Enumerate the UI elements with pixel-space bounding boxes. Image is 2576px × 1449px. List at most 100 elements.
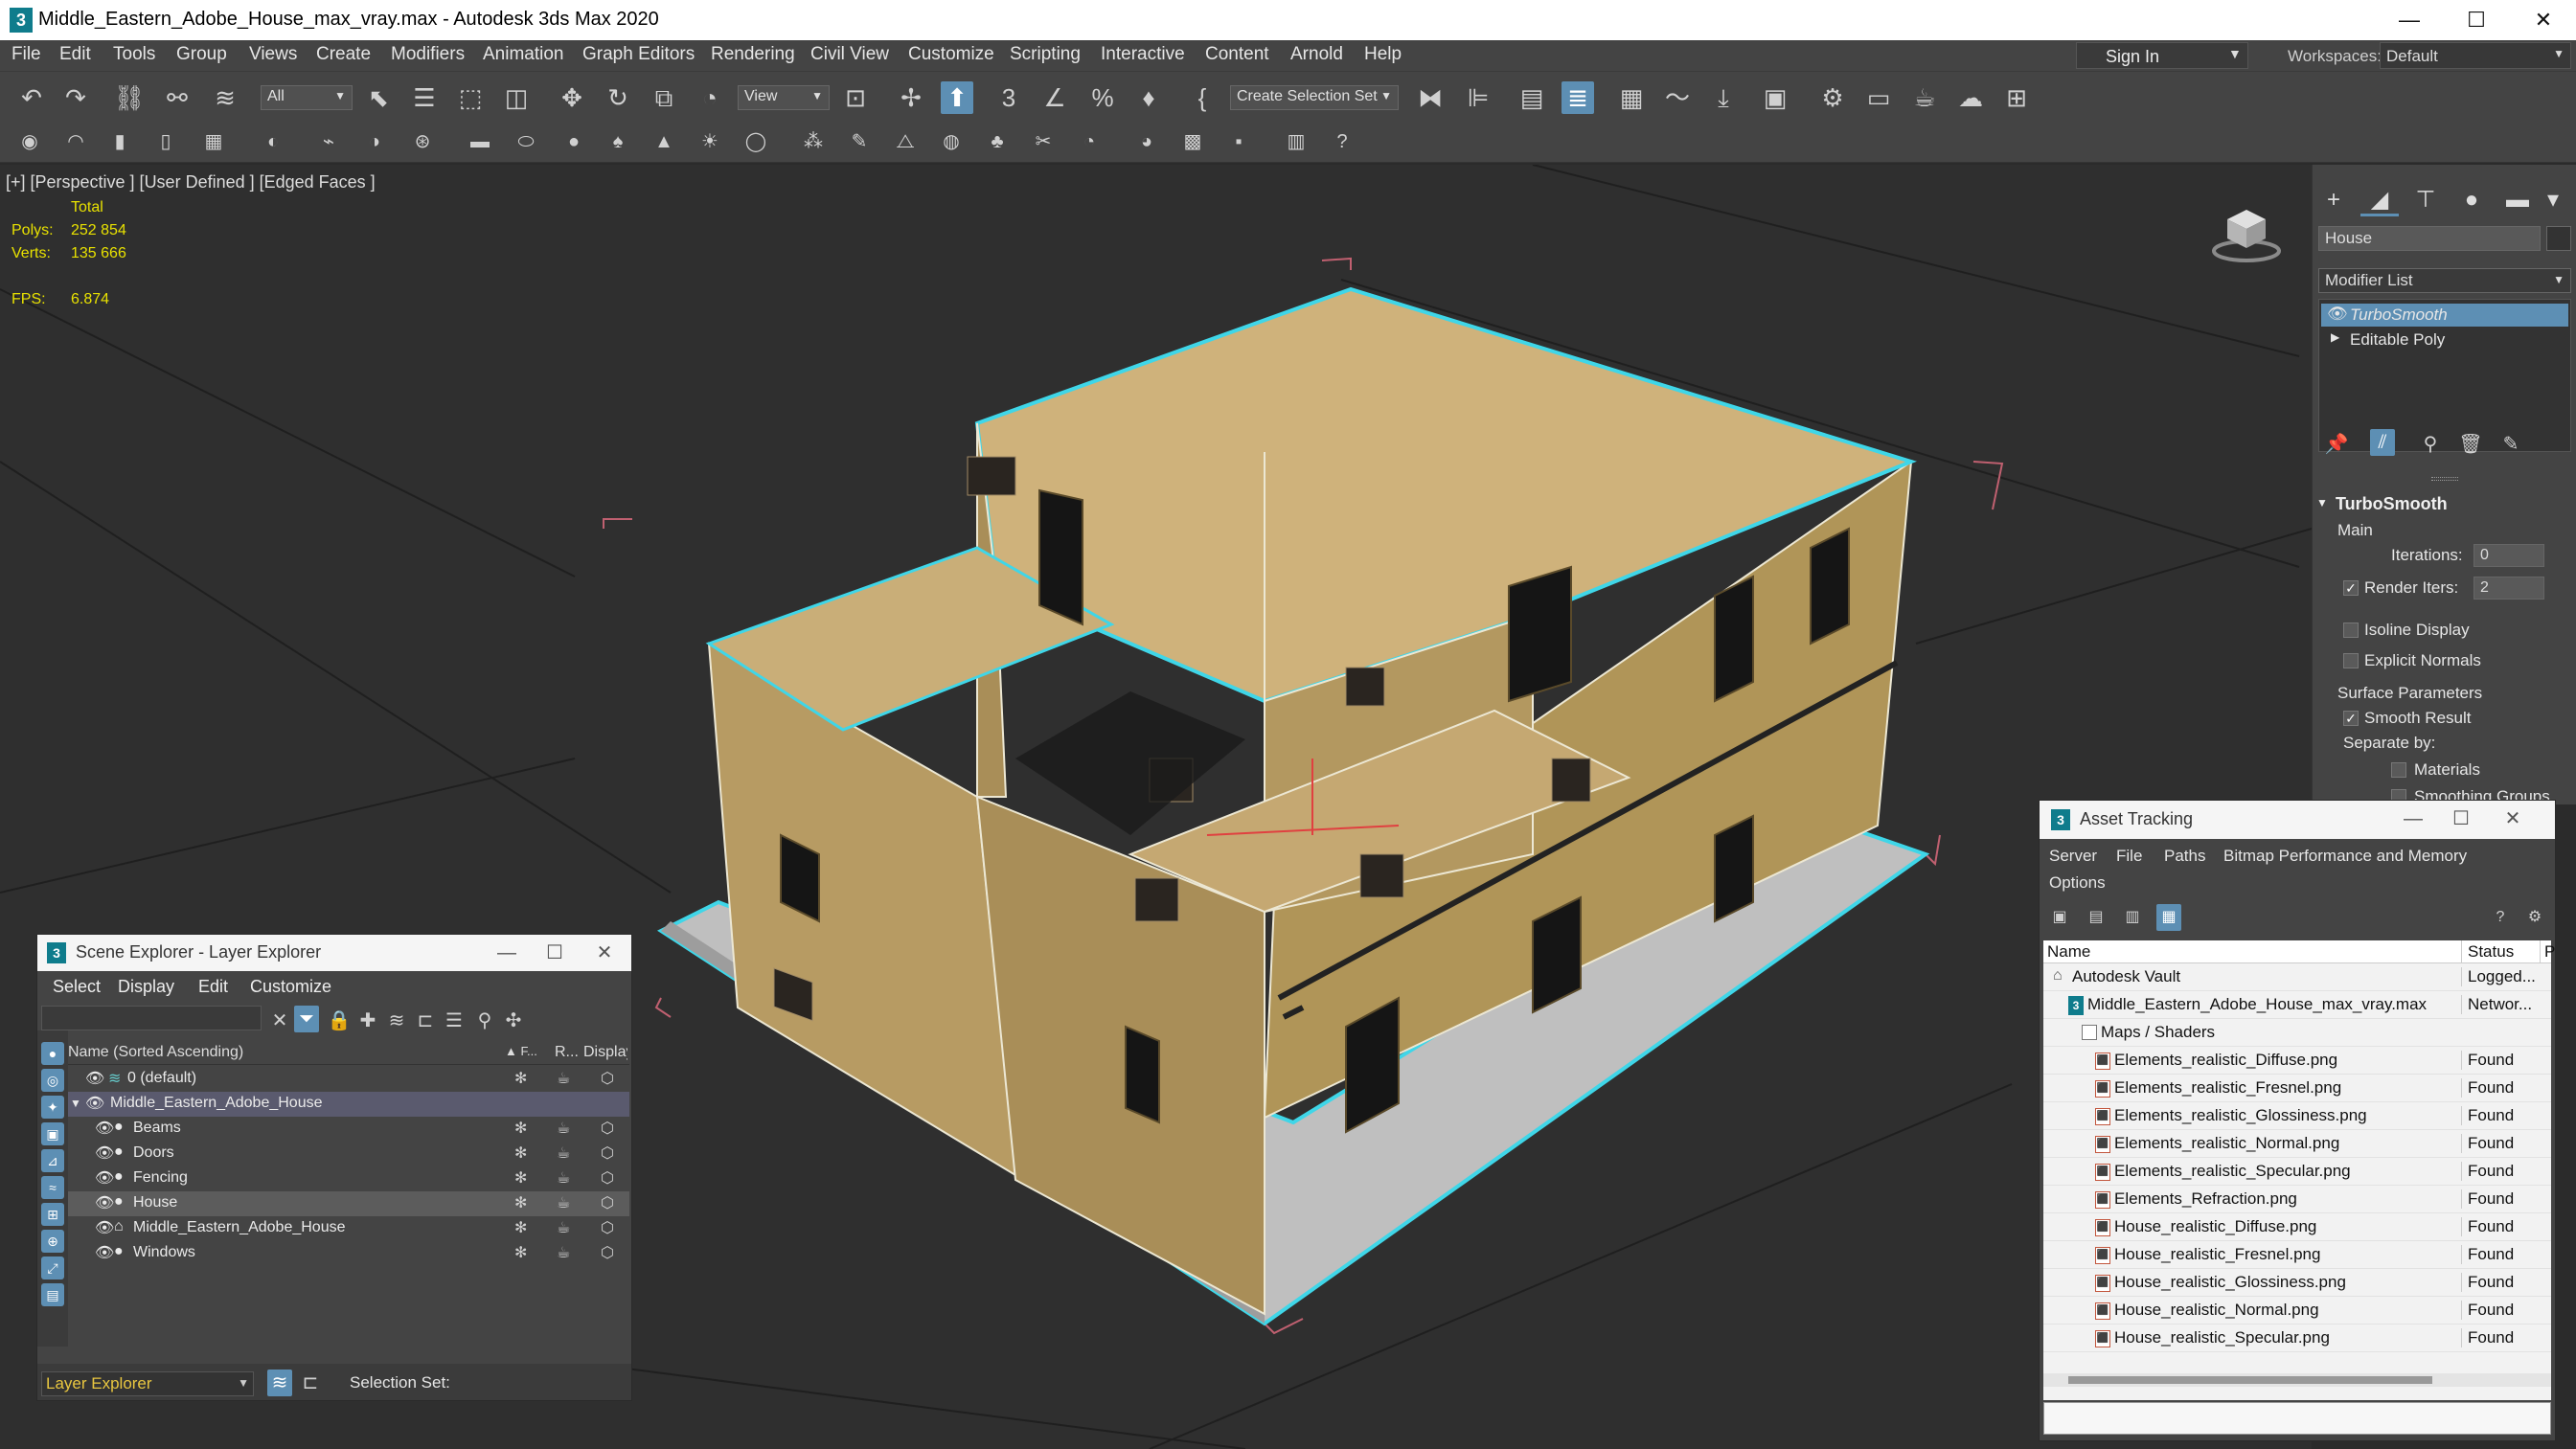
menu-animation[interactable]: Animation <box>483 44 564 65</box>
modify-tab-icon[interactable]: ◢ <box>2360 184 2399 216</box>
asset-tracking-titlebar[interactable]: 3 Asset Tracking — ☐ ✕ <box>2040 801 2555 839</box>
layers-icon[interactable]: ≋ <box>267 1370 292 1396</box>
vray-proxy-icon[interactable]: ▯ <box>153 128 178 155</box>
column-frozen[interactable]: ▲ F... <box>505 1044 537 1058</box>
selection-filter-dropdown[interactable]: All ▼ <box>261 85 353 110</box>
at-menu-bitmap-performance[interactable]: Bitmap Performance and Memory <box>2223 847 2467 866</box>
viewport-label[interactable]: [+] [Perspective ] [User Defined ] [Edge… <box>6 172 376 192</box>
vray-fur-2-icon[interactable]: ⁂ <box>801 128 826 155</box>
pin-stack-icon[interactable]: 📌 <box>2324 431 2349 458</box>
toggle-ribbon-icon[interactable]: ▦ <box>1615 81 1648 114</box>
eye-icon[interactable]: 👁 <box>85 1094 104 1113</box>
edit-named-selection-icon[interactable]: { <box>1186 81 1219 114</box>
display-space-warps-icon[interactable]: ≈ <box>41 1176 64 1199</box>
close-button[interactable]: ✕ <box>585 939 624 967</box>
column-name[interactable]: Name (Sorted Ascending) <box>68 1044 243 1061</box>
stack-item-editable-poly[interactable]: ▶ Editable Poly <box>2321 328 2568 351</box>
display-box-icon[interactable]: ⬡ <box>601 1119 614 1138</box>
eye-icon[interactable]: 👁 <box>95 1218 114 1237</box>
show-end-result-icon[interactable]: ⫽ <box>2370 429 2395 456</box>
curve-editor-icon[interactable]: 〜 <box>1661 81 1694 114</box>
display-box-icon[interactable]: ⬡ <box>601 1069 614 1088</box>
asset-row[interactable]: Maps / Shaders <box>2043 1019 2551 1047</box>
maximize-button[interactable]: ☐ <box>2442 804 2480 833</box>
menu-group[interactable]: Group <box>176 44 227 65</box>
display-helpers-icon[interactable]: ⊿ <box>41 1149 64 1172</box>
column-renderable[interactable]: R... <box>555 1044 579 1061</box>
angle-snap-icon[interactable]: ∠ <box>1038 81 1071 114</box>
settings-icon[interactable]: ⚙ <box>2522 904 2547 931</box>
named-selection-set-dropdown[interactable]: Create Selection Set ▼ <box>1230 85 1399 110</box>
material-editor-icon[interactable]: ▣ <box>1759 81 1791 114</box>
hierarchy-tab-icon[interactable]: ⊤ <box>2406 184 2445 216</box>
refresh-icon[interactable]: ▣ <box>2047 904 2072 931</box>
asset-row[interactable]: ⬛ Elements_Refraction.png Found <box>2043 1186 2551 1213</box>
viewcube-icon[interactable] <box>2208 198 2285 265</box>
se-menu-display[interactable]: Display <box>118 977 174 997</box>
move-icon[interactable]: ✥ <box>556 81 588 114</box>
display-box-icon[interactable]: ⬡ <box>601 1218 614 1237</box>
display-cameras-icon[interactable]: ▣ <box>41 1122 64 1145</box>
render-icon[interactable]: ☕ <box>557 1168 570 1188</box>
window-crossing-icon[interactable]: ◫ <box>500 81 533 114</box>
freeze-icon[interactable]: ✻ <box>514 1218 527 1237</box>
at-menu-paths[interactable]: Paths <box>2164 847 2205 866</box>
eye-icon[interactable]: 👁 <box>85 1069 104 1088</box>
menu-scripting[interactable]: Scripting <box>1010 44 1081 65</box>
minimize-button[interactable]: — <box>2394 804 2432 833</box>
bind-space-warp-icon[interactable]: ≋ <box>209 81 241 114</box>
modifier-list-dropdown[interactable]: Modifier List ▼ <box>2318 268 2571 293</box>
utilities-tab-icon[interactable]: ▾ <box>2539 184 2567 216</box>
vray-physical-camera-icon[interactable]: ⊛ <box>410 128 435 155</box>
at-menu-server[interactable]: Server <box>2049 847 2097 866</box>
at-menu-file[interactable]: File <box>2116 847 2142 866</box>
menu-edit[interactable]: Edit <box>59 44 91 65</box>
scale-icon[interactable]: ⧉ <box>648 81 680 114</box>
asset-row[interactable]: ⬛ House_realistic_Glossiness.png Found <box>2043 1269 2551 1297</box>
ambient-light-icon[interactable]: ◯ <box>743 128 768 155</box>
vray-sphere-icon[interactable]: ◐ <box>261 128 285 155</box>
object-color-swatch[interactable] <box>2546 226 2571 251</box>
workspace-select[interactable]: Default ▼ <box>2380 42 2571 69</box>
maximize-button[interactable]: ☐ <box>2443 0 2510 40</box>
asset-row[interactable]: ⬛ House_realistic_Fresnel.png Found <box>2043 1241 2551 1269</box>
freeze-icon[interactable]: ✻ <box>514 1193 527 1212</box>
clear-search-icon[interactable]: ✕ <box>267 1008 292 1034</box>
column-extra[interactable]: P <box>2540 940 2555 963</box>
layer-stack-icon[interactable]: ≋ <box>384 1008 409 1034</box>
nest-layer-icon[interactable]: ⊏ <box>413 1008 438 1034</box>
asset-row[interactable]: 3 Middle_Eastern_Adobe_House_max_vray.ma… <box>2043 991 2551 1019</box>
help-icon[interactable]: ? <box>1330 128 1355 155</box>
object-name-field[interactable]: House <box>2318 226 2541 251</box>
vray-volume-icon[interactable]: ◔ <box>1077 128 1102 155</box>
vray-environment-icon[interactable]: ◍ <box>939 128 964 155</box>
freeze-icon[interactable]: ✻ <box>514 1168 527 1188</box>
object-row[interactable]: 👁 ● House ✻ ☕ ⬡ <box>68 1191 629 1216</box>
display-box-icon[interactable]: ⬡ <box>601 1168 614 1188</box>
unlink-icon[interactable]: ⚯ <box>161 81 194 114</box>
stack-item-turbosmooth[interactable]: 👁 TurboSmooth <box>2321 304 2568 327</box>
snaps-toggle-icon[interactable]: 3 <box>992 81 1025 114</box>
asset-row[interactable]: ⬛ Elements_realistic_Fresnel.png Found <box>2043 1075 2551 1102</box>
materials-checkbox[interactable] <box>2391 762 2406 778</box>
display-bones-icon[interactable]: ⤢ <box>41 1257 64 1279</box>
light-rectangle-icon[interactable]: ▬ <box>467 128 492 155</box>
filter-icon[interactable]: ⏷ <box>294 1006 319 1032</box>
make-unique-icon[interactable]: ⚲ <box>2418 431 2443 458</box>
asset-row[interactable]: ⬛ House_realistic_Diffuse.png Found <box>2043 1213 2551 1241</box>
freeze-icon[interactable]: ✻ <box>514 1143 527 1163</box>
horizontal-scrollbar[interactable] <box>2043 1373 2551 1387</box>
render-icon[interactable]: ☕ <box>557 1069 570 1088</box>
place-icon[interactable]: ◔ <box>694 81 726 114</box>
expand-arrow-icon[interactable]: ▶ <box>2331 330 2339 344</box>
list-view-icon[interactable]: ▤ <box>2084 904 2109 931</box>
toggle-layer-explorer-icon[interactable]: ≣ <box>1562 81 1594 114</box>
rotate-icon[interactable]: ↻ <box>602 81 634 114</box>
align-icon[interactable]: ⊫ <box>1462 81 1494 114</box>
scrollbar-thumb[interactable] <box>2068 1376 2432 1384</box>
object-row[interactable]: 👁 ⌂ Middle_Eastern_Adobe_House ✻ ☕ ⬡ <box>68 1216 629 1241</box>
eye-icon[interactable]: 👁 <box>95 1168 114 1188</box>
close-button[interactable]: ✕ <box>2494 804 2532 833</box>
render-icon[interactable]: ☕ <box>557 1143 570 1163</box>
sync-icon[interactable]: ✣ <box>501 1008 526 1034</box>
